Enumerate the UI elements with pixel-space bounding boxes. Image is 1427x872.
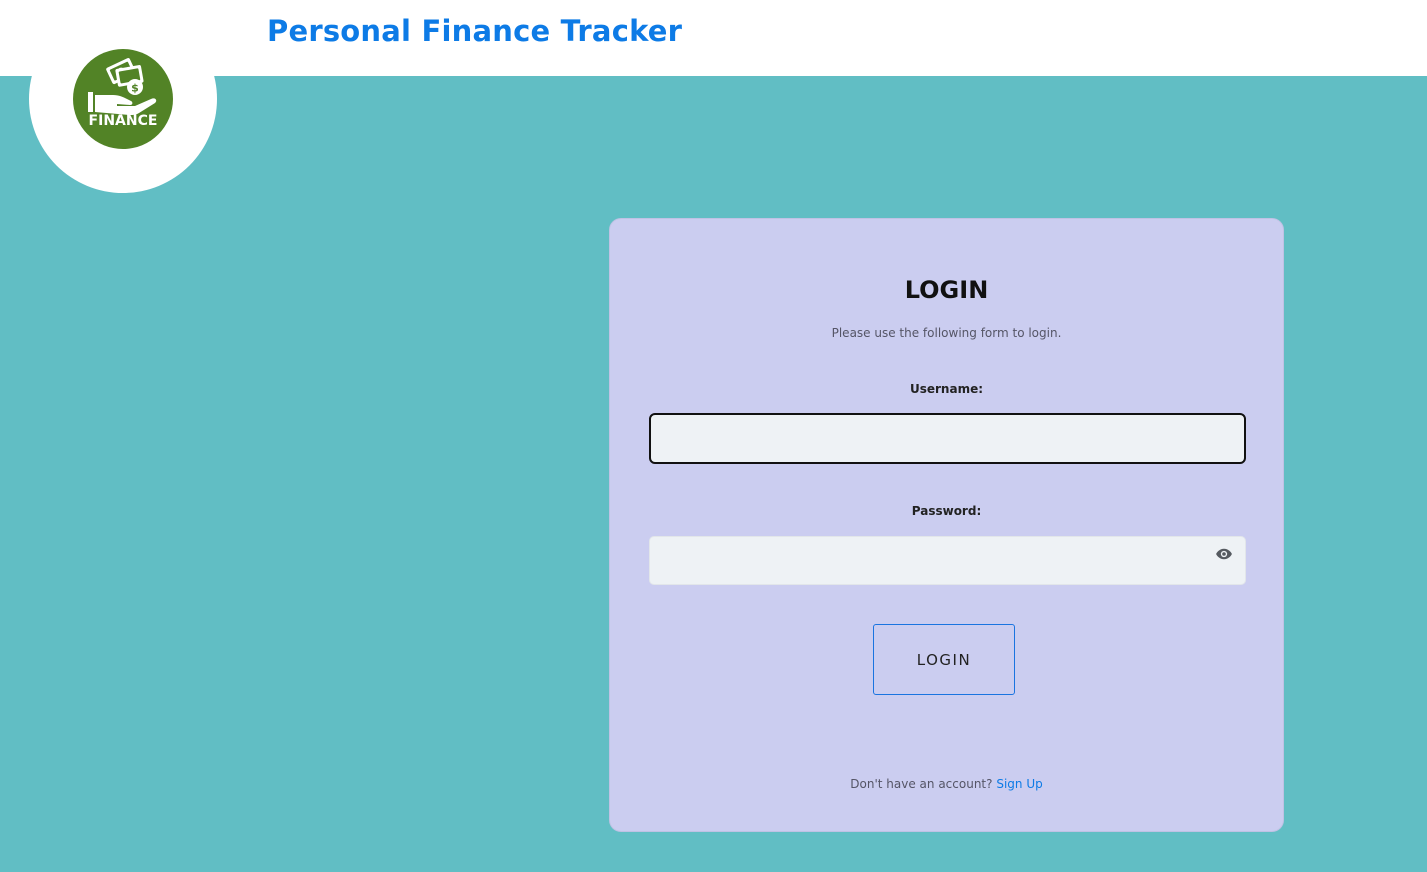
top-header: Personal Finance Tracker (0, 0, 1427, 76)
signup-row: Don't have an account? Sign Up (610, 777, 1283, 791)
login-button[interactable]: LOGIN (873, 624, 1015, 695)
username-input[interactable] (649, 413, 1246, 464)
app-title: Personal Finance Tracker (267, 14, 683, 48)
finance-logo-badge: $ FINANCE (73, 49, 173, 149)
signup-link[interactable]: Sign Up (996, 777, 1042, 791)
logo-text: FINANCE (88, 113, 158, 129)
password-input[interactable] (649, 536, 1246, 585)
login-title: LOGIN (904, 276, 989, 304)
svg-text:$: $ (131, 82, 139, 95)
hand-money-icon: $ (88, 58, 157, 115)
signup-prompt: Don't have an account? (850, 777, 993, 791)
username-label: Username: (909, 382, 984, 396)
eye-icon[interactable] (1215, 545, 1233, 563)
login-card: LOGIN Please use the following form to l… (609, 218, 1284, 832)
password-label: Password: (911, 504, 982, 518)
logo[interactable]: $ FINANCE (29, 5, 217, 193)
login-subtitle: Please use the following form to login. (831, 326, 1062, 340)
